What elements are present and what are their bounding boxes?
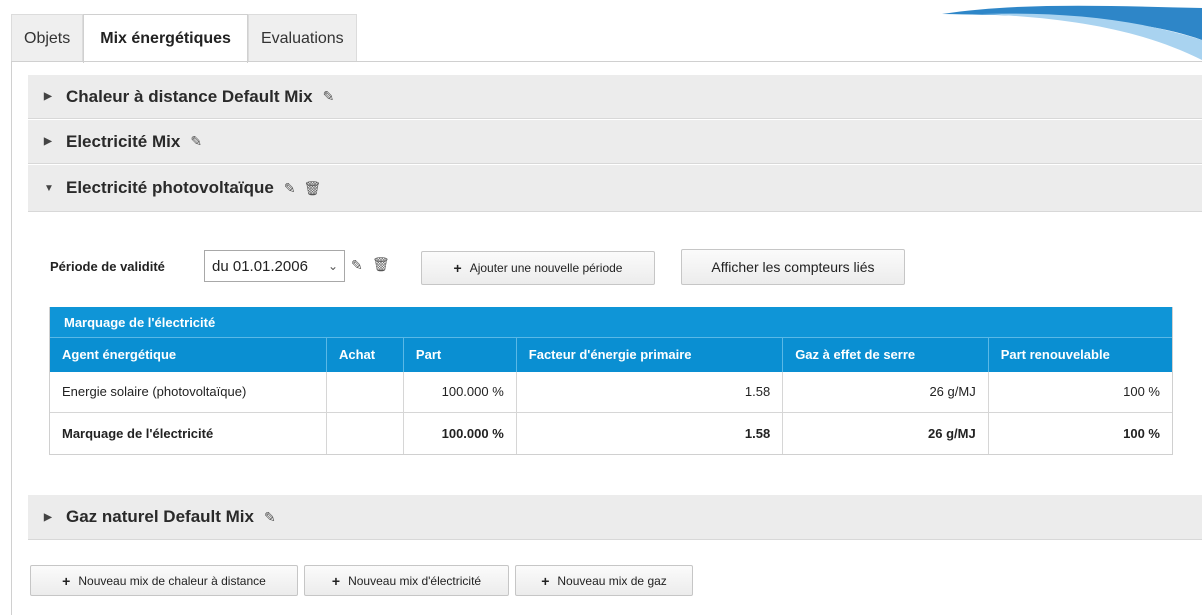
show-meters-label: Afficher les compteurs liés bbox=[711, 259, 875, 275]
table-cell: 26 g/MJ bbox=[782, 412, 989, 454]
trash-icon[interactable]: 🗑 bbox=[304, 180, 322, 197]
period-selected-value: du 01.01.2006 bbox=[212, 257, 308, 275]
table-cell: 1.58 bbox=[515, 371, 783, 413]
accordion-header-electricite[interactable]: ▶ Electricité Mix ✎ bbox=[28, 120, 1202, 164]
table-cell bbox=[325, 412, 404, 454]
plus-icon: + bbox=[331, 572, 341, 589]
plus-icon: + bbox=[62, 572, 71, 589]
tab-mix-energetiques[interactable]: Mix énergétiques bbox=[83, 14, 248, 63]
accordion-title: Gaz naturel Default Mix bbox=[66, 507, 254, 526]
period-select[interactable]: du 01.01.2006 ⌄ bbox=[204, 250, 345, 282]
column-header: Agent énergétique bbox=[50, 337, 327, 372]
pencil-icon[interactable]: ✎ bbox=[264, 509, 276, 526]
column-header: Facteur d'énergie primaire bbox=[515, 337, 783, 372]
content-left-border bbox=[11, 61, 12, 615]
tab-evaluations[interactable]: Evaluations bbox=[247, 14, 357, 62]
table-cell: 100 % bbox=[987, 412, 1172, 454]
table-cell: 1.58 bbox=[515, 412, 783, 454]
table-cell: Marquage de l'électricité bbox=[62, 425, 214, 441]
table-cell: 26 g/MJ bbox=[782, 371, 989, 413]
show-meters-button[interactable]: Afficher les compteurs liés bbox=[681, 249, 905, 285]
table-cell: 100 % bbox=[987, 371, 1172, 413]
new-heat-mix-button[interactable]: + Nouveau mix de chaleur à distance bbox=[30, 565, 298, 596]
add-period-button[interactable]: + Ajouter une nouvelle période bbox=[421, 251, 655, 285]
electricity-marking-table: Marquage de l'électricité Agent énergéti… bbox=[49, 307, 1173, 455]
brand-swoosh-decoration bbox=[942, 5, 1202, 60]
pencil-icon[interactable]: ✎ bbox=[351, 257, 363, 274]
pencil-icon[interactable]: ✎ bbox=[284, 180, 296, 197]
tab-bar-divider bbox=[11, 61, 1202, 62]
accordion-header-photovoltaique[interactable]: ▼ Electricité photovoltaïque ✎ 🗑 bbox=[28, 165, 1202, 212]
tab-objets[interactable]: Objets bbox=[11, 14, 84, 62]
table-title: Marquage de l'électricité bbox=[50, 307, 1172, 337]
pencil-icon[interactable]: ✎ bbox=[190, 133, 202, 150]
period-label: Période de validité bbox=[50, 259, 165, 274]
accordion-header-gaz[interactable]: ▶ Gaz naturel Default Mix ✎ bbox=[28, 495, 1202, 540]
tab-bar: Objets Mix énergétiques Evaluations bbox=[11, 14, 357, 63]
tab-label: Evaluations bbox=[260, 29, 344, 47]
table-header-row: Agent énergétique Achat Part Facteur d'é… bbox=[50, 337, 1172, 372]
triangle-right-icon: ▶ bbox=[44, 511, 52, 523]
plus-icon: + bbox=[453, 260, 462, 276]
plus-icon: + bbox=[541, 572, 550, 589]
triangle-right-icon: ▶ bbox=[44, 136, 52, 147]
table-cell: 100.000 % bbox=[402, 412, 517, 454]
tab-label: Mix énergétiques bbox=[100, 30, 231, 47]
new-gas-mix-label: Nouveau mix de gaz bbox=[557, 573, 667, 588]
column-header: Part bbox=[402, 337, 517, 372]
new-gas-mix-button[interactable]: + Nouveau mix de gaz bbox=[515, 565, 693, 596]
pencil-icon[interactable]: ✎ bbox=[323, 88, 335, 105]
column-header: Part renouvelable bbox=[987, 337, 1172, 372]
table-cell: 100.000 % bbox=[402, 371, 517, 413]
table-cell bbox=[325, 371, 404, 413]
accordion-title: Electricité Mix bbox=[66, 131, 181, 151]
table-total-row: Marquage de l'électricité 100.000 % 1.58… bbox=[50, 412, 1172, 454]
table-row: Energie solaire (photovoltaïque) 100.000… bbox=[50, 371, 1172, 413]
column-header: Gaz à effet de serre bbox=[782, 337, 989, 372]
accordion-header-chaleur[interactable]: ▶ Chaleur à distance Default Mix ✎ bbox=[28, 75, 1202, 119]
column-header: Achat bbox=[325, 337, 404, 372]
triangle-down-icon: ▼ bbox=[44, 182, 54, 194]
tab-label: Objets bbox=[24, 29, 71, 47]
new-electricity-mix-button[interactable]: + Nouveau mix d'électricité bbox=[304, 565, 509, 596]
accordion-title: Electricité photovoltaïque bbox=[66, 178, 274, 197]
new-electricity-mix-label: Nouveau mix d'électricité bbox=[348, 573, 482, 588]
trash-icon[interactable]: 🗑 bbox=[372, 256, 390, 273]
mix-table: Agent énergétique Achat Part Facteur d'é… bbox=[50, 337, 1172, 454]
new-heat-mix-label: Nouveau mix de chaleur à distance bbox=[78, 573, 266, 588]
triangle-right-icon: ▶ bbox=[44, 91, 52, 102]
chevron-down-icon: ⌄ bbox=[327, 259, 338, 273]
table-cell: Energie solaire (photovoltaïque) bbox=[50, 371, 327, 413]
accordion-title: Chaleur à distance Default Mix bbox=[66, 86, 313, 106]
add-period-label: Ajouter une nouvelle période bbox=[469, 261, 623, 275]
